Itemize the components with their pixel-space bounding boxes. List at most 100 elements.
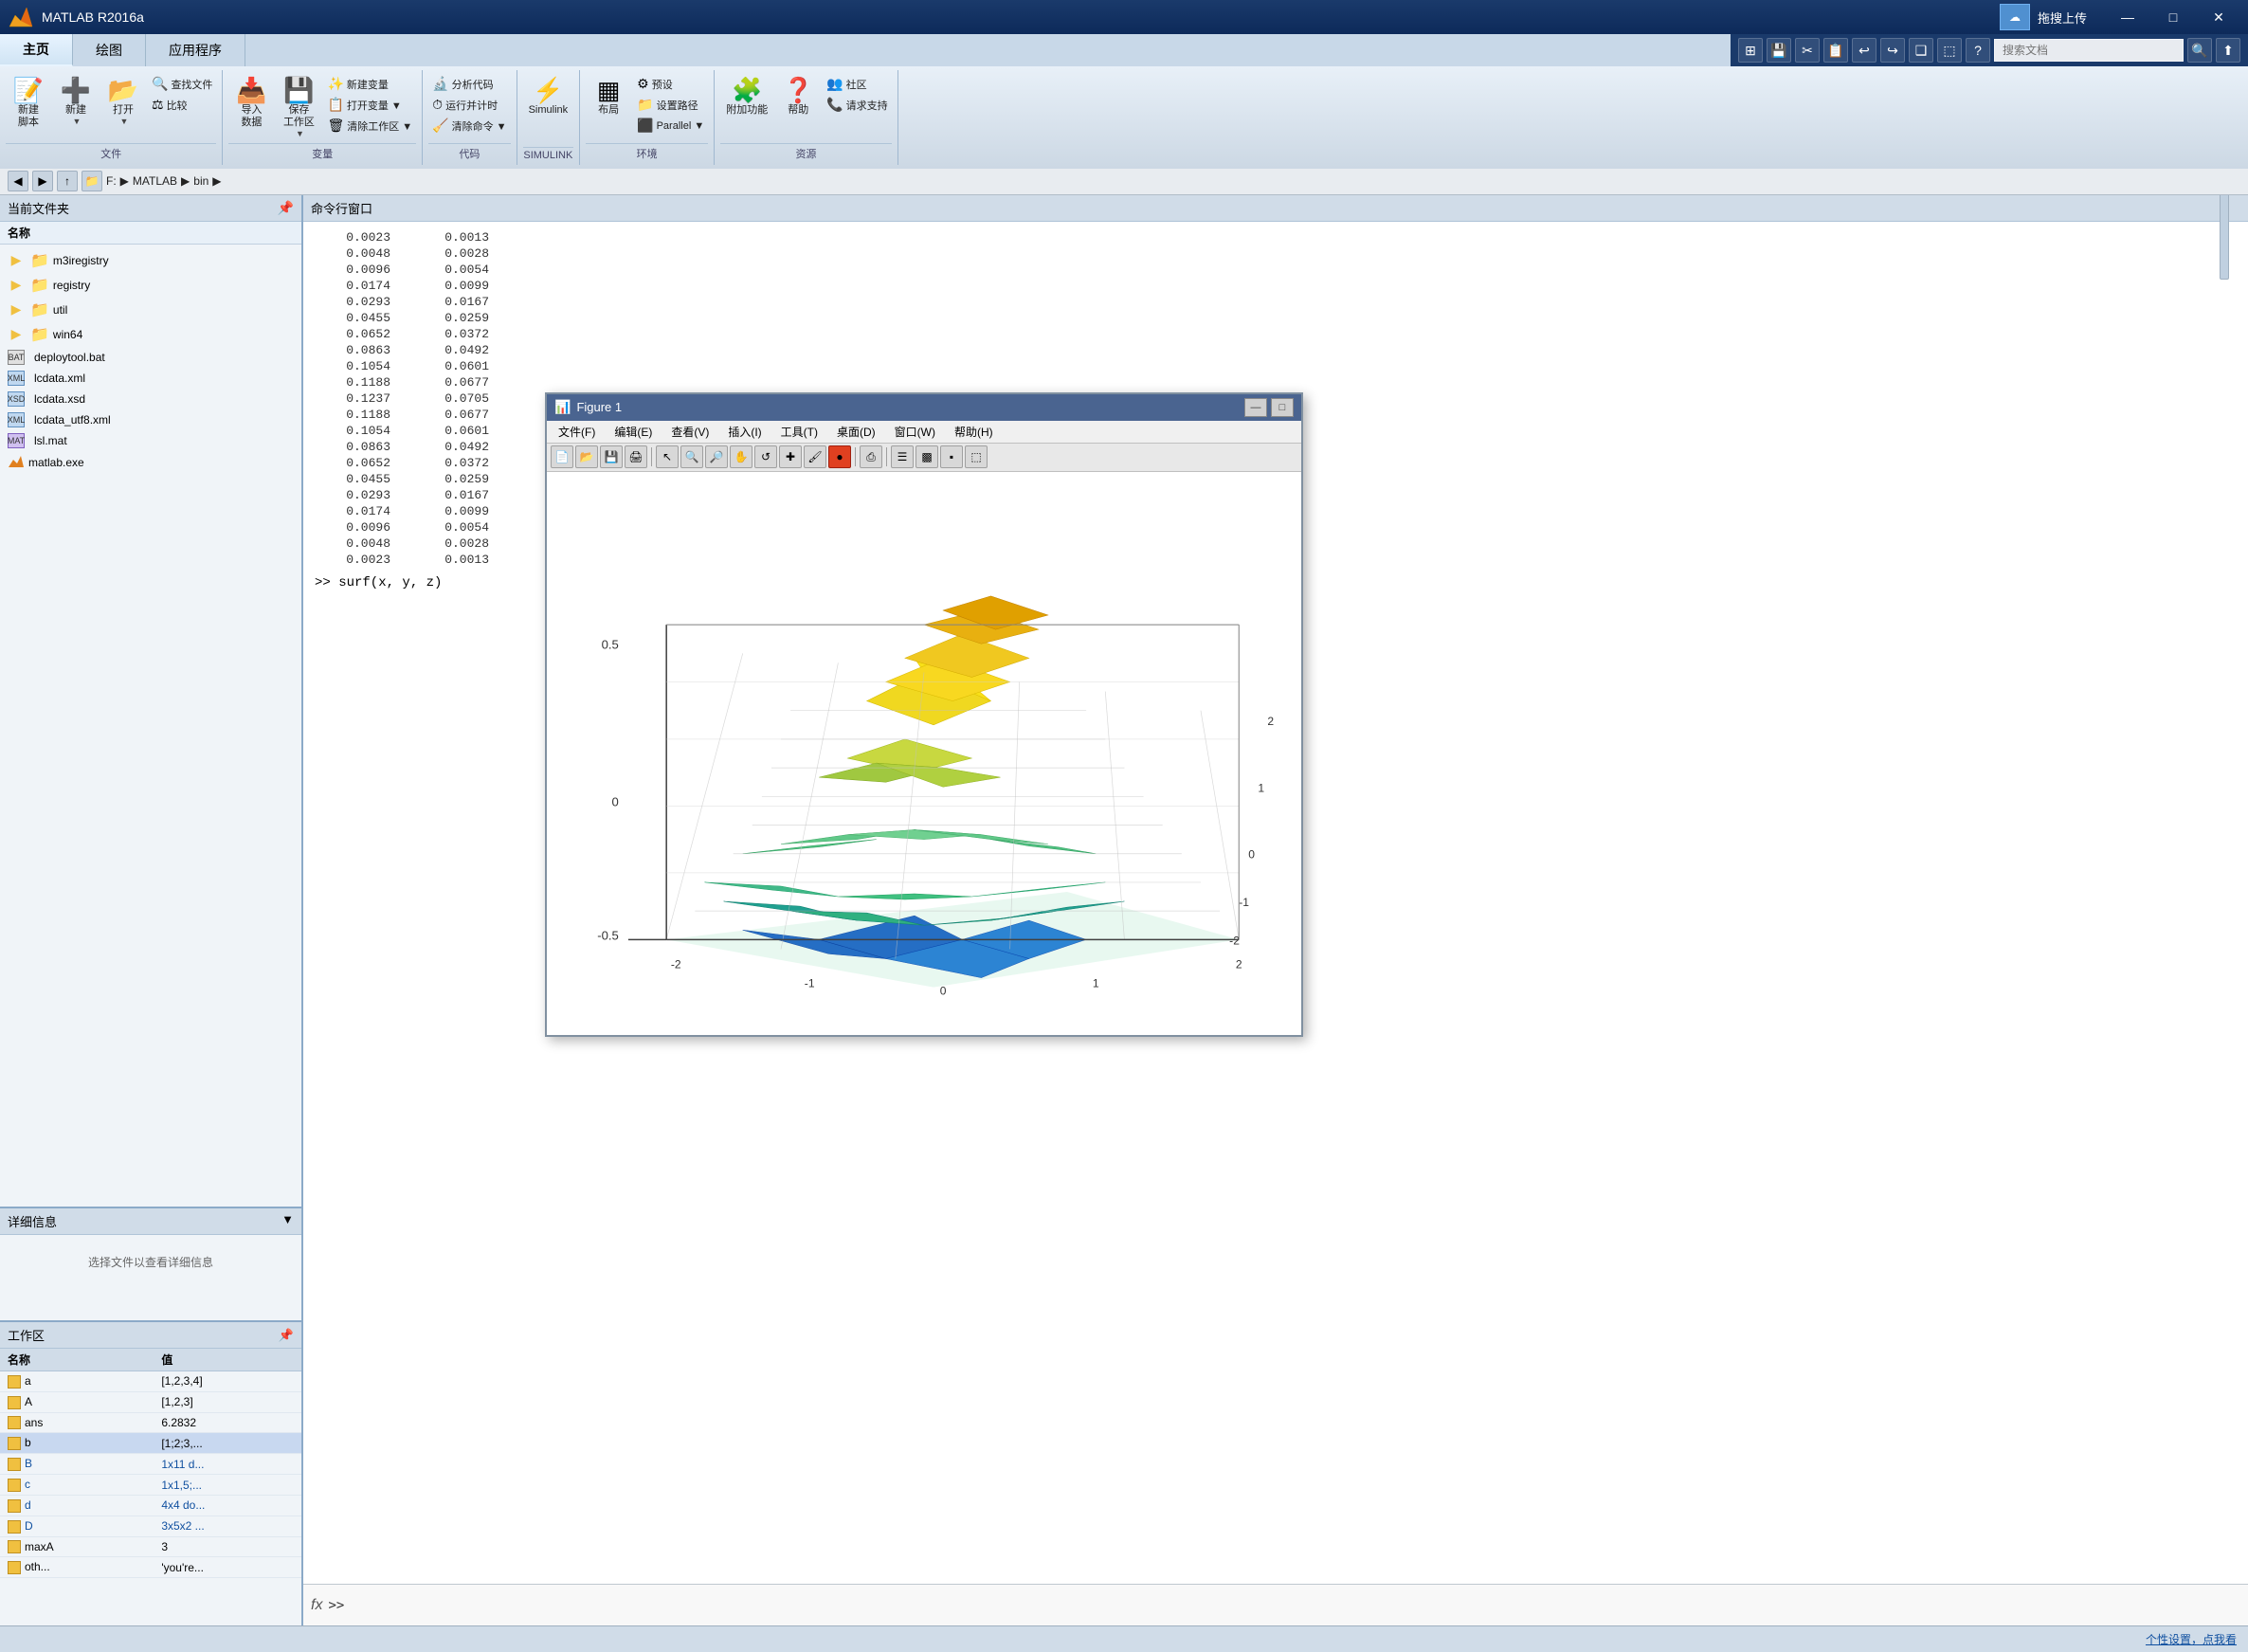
set-path-button[interactable]: 📁 设置路径: [633, 95, 708, 115]
tab-apps[interactable]: 应用程序: [146, 34, 245, 66]
expand-button[interactable]: ⬆: [2216, 38, 2240, 63]
parallel-button[interactable]: ⬛ Parallel ▼: [633, 116, 708, 136]
ws-link[interactable]: d: [25, 1498, 31, 1512]
fig-tool-color[interactable]: ●: [828, 445, 851, 468]
baidu-icon[interactable]: ☁: [2000, 4, 2030, 30]
table-row[interactable]: maxA 3: [0, 1536, 301, 1557]
nav-browse-button[interactable]: 📁: [82, 171, 102, 191]
table-row[interactable]: b [1;2;3,...: [0, 1433, 301, 1454]
fig-menu-desktop[interactable]: 桌面(D): [829, 422, 883, 442]
ws-link[interactable]: D: [25, 1519, 33, 1533]
minimize-button[interactable]: —: [2106, 4, 2149, 30]
list-item[interactable]: XML lcdata_utf8.xml: [0, 409, 301, 430]
toolbar-icon-9[interactable]: ?: [1966, 38, 1990, 63]
close-button[interactable]: ✕: [2197, 4, 2240, 30]
fig-tool-print[interactable]: 🖨: [625, 445, 647, 468]
new-variable-button[interactable]: ✨ 新建变量: [323, 74, 416, 94]
save-workspace-button[interactable]: 💾 保存工作区 ▼: [276, 74, 321, 141]
list-item[interactable]: ▶ 📁 util: [0, 298, 301, 322]
table-row[interactable]: d 4x4 do...: [0, 1495, 301, 1516]
toolbar-icon-6[interactable]: ↪: [1880, 38, 1905, 63]
simulink-button[interactable]: ⚡ Simulink: [523, 74, 574, 119]
fig-tool-print2[interactable]: ⎙: [860, 445, 882, 468]
nav-up-button[interactable]: ↑: [57, 171, 78, 191]
toolbar-icon-4[interactable]: 📋: [1823, 38, 1848, 63]
fig-menu-help[interactable]: 帮助(H): [947, 422, 1001, 442]
fig-menu-view[interactable]: 查看(V): [663, 422, 716, 442]
fig-menu-window[interactable]: 窗口(W): [887, 422, 943, 442]
fig-tool-tile[interactable]: ⬚: [965, 445, 988, 468]
list-item[interactable]: XML lcdata.xml: [0, 368, 301, 389]
addr-matlab[interactable]: MATLAB: [133, 174, 177, 188]
fig-tool-legend[interactable]: ☰: [891, 445, 914, 468]
list-item[interactable]: ▶ 📁 m3iregistry: [0, 248, 301, 273]
fig-tool-rotate[interactable]: ↺: [754, 445, 777, 468]
fig-menu-file[interactable]: 文件(F): [551, 422, 603, 442]
table-row[interactable]: A [1,2,3]: [0, 1391, 301, 1412]
maximize-button[interactable]: □: [2151, 4, 2195, 30]
add-ons-button[interactable]: 🧩 附加功能: [720, 74, 773, 119]
list-item[interactable]: BAT deploytool.bat: [0, 347, 301, 368]
toolbar-icon-2[interactable]: 💾: [1767, 38, 1791, 63]
ws-value-link[interactable]: 4x4 do...: [161, 1498, 205, 1512]
addr-bin[interactable]: bin: [193, 174, 208, 188]
open-button[interactable]: 📂 打开 ▼: [100, 74, 146, 129]
community-button[interactable]: 👥 社区: [823, 74, 891, 94]
table-row[interactable]: a [1,2,3,4]: [0, 1371, 301, 1392]
clear-commands-button[interactable]: 🧹 清除命令 ▼: [428, 116, 510, 136]
compare-button[interactable]: ⚖ 比较: [148, 95, 216, 115]
new-script-button[interactable]: 📝 新建脚本: [6, 74, 51, 132]
fig-tool-datacursor[interactable]: ✚: [779, 445, 802, 468]
fig-menu-edit[interactable]: 编辑(E): [607, 422, 660, 442]
fig-maximize-btn[interactable]: □: [1271, 398, 1294, 417]
list-item[interactable]: matlab.exe: [0, 451, 301, 475]
table-row[interactable]: D 3x5x2 ...: [0, 1516, 301, 1536]
new-button[interactable]: ➕ 新建 ▼: [53, 74, 99, 129]
fig-tool-colorbar[interactable]: ▩: [916, 445, 938, 468]
fig-tool-open[interactable]: 📂: [575, 445, 598, 468]
list-item[interactable]: ▶ 📁 win64: [0, 322, 301, 347]
fig-tool-new[interactable]: 📄: [551, 445, 573, 468]
cmd-input-area[interactable]: fx >>: [303, 1584, 2248, 1625]
nav-back-button[interactable]: ◀: [8, 171, 28, 191]
table-row[interactable]: oth... 'you're...: [0, 1557, 301, 1578]
ws-value-link[interactable]: 1x1,5;...: [161, 1479, 202, 1492]
table-row[interactable]: c 1x1,5;...: [0, 1475, 301, 1496]
search-input[interactable]: [1994, 39, 2184, 62]
fig-tool-zoom-in[interactable]: 🔍: [680, 445, 703, 468]
toolbar-icon-1[interactable]: ⊞: [1738, 38, 1763, 63]
fig-tool-pan[interactable]: ✋: [730, 445, 752, 468]
fig-menu-insert[interactable]: 插入(I): [720, 422, 769, 442]
toolbar-icon-8[interactable]: ⬚: [1937, 38, 1962, 63]
ws-link[interactable]: B: [25, 1457, 32, 1470]
tab-home[interactable]: 主页: [0, 34, 73, 66]
cmd-input[interactable]: [348, 1598, 2240, 1612]
fig-tool-select[interactable]: ↖: [656, 445, 679, 468]
preferences-button[interactable]: ⚙ 预设: [633, 74, 708, 94]
table-row[interactable]: B 1x11 d...: [0, 1454, 301, 1475]
layout-button[interactable]: ▦ 布局: [586, 74, 631, 119]
table-row[interactable]: ans 6.2832: [0, 1412, 301, 1433]
workspace-pin[interactable]: 📌: [279, 1328, 294, 1343]
tab-plot[interactable]: 绘图: [73, 34, 146, 66]
ws-value-link[interactable]: 3x5x2 ...: [161, 1519, 204, 1533]
file-scrollbar[interactable]: [2220, 195, 2229, 281]
file-panel-pin[interactable]: 📌: [278, 200, 294, 216]
ws-value-link[interactable]: 1x11 d...: [161, 1458, 204, 1471]
list-item[interactable]: MAT lsl.mat: [0, 430, 301, 451]
help-button[interactable]: ❓ 帮助: [775, 74, 821, 119]
fig-minimize-btn[interactable]: —: [1244, 398, 1267, 417]
status-message[interactable]: 个性设置，点我看: [2146, 1631, 2237, 1647]
fig-tool-save[interactable]: 💾: [600, 445, 623, 468]
fig-tool-zoom-out[interactable]: 🔎: [705, 445, 728, 468]
fig-tool-plot[interactable]: ▪: [940, 445, 963, 468]
import-data-button[interactable]: 📥 导入数据: [228, 74, 274, 132]
toolbar-icon-7[interactable]: ❑: [1909, 38, 1933, 63]
find-files-button[interactable]: 🔍 查找文件: [148, 74, 216, 94]
toolbar-icon-3[interactable]: ✂: [1795, 38, 1820, 63]
search-button[interactable]: 🔍: [2187, 38, 2212, 63]
run-and-time-button[interactable]: ⏱ 运行并计时: [428, 95, 510, 115]
ws-link[interactable]: c: [25, 1478, 30, 1491]
list-item[interactable]: ▶ 📁 registry: [0, 273, 301, 298]
nav-forward-button[interactable]: ▶: [32, 171, 53, 191]
